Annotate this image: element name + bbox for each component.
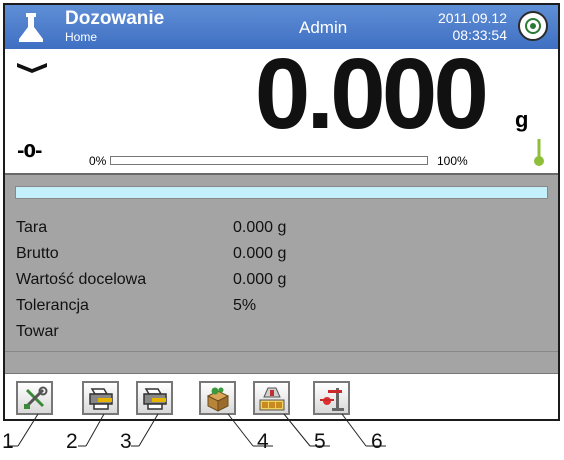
callout-label-4: 4	[257, 430, 269, 453]
callout-label-3: 3	[120, 430, 132, 453]
callout-label-5: 5	[314, 430, 326, 453]
callout-label-6: 6	[371, 430, 383, 453]
callout-label-1: 1	[2, 430, 14, 453]
callout-leaders	[9, 413, 386, 447]
callout-label-2: 2	[66, 430, 78, 453]
